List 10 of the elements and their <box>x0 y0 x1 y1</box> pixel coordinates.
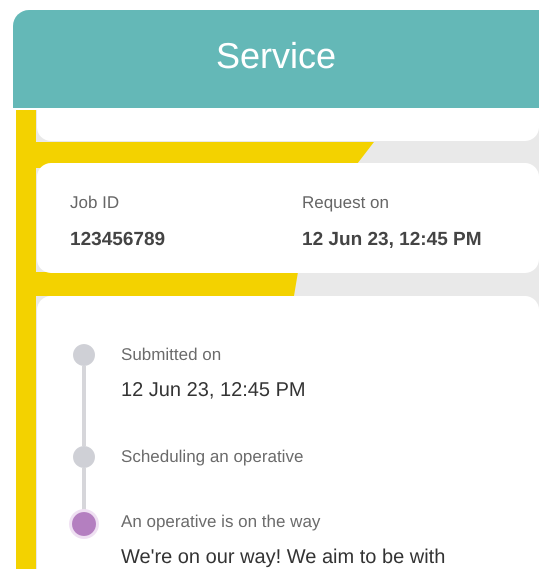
page-title: Service <box>216 38 336 78</box>
job-id-value: 123456789 <box>70 228 166 252</box>
step-detail: 12 Jun 23, 12:45 PM <box>121 378 306 402</box>
step-label: Submitted on <box>121 344 222 366</box>
step-label: An operative is on the way <box>121 511 322 533</box>
request-value: 12 Jun 23, 12:45 PM <box>302 228 482 252</box>
job-id-label: Job ID <box>70 192 120 214</box>
step-detail: We're on our way! We aim to be with <box>121 545 446 569</box>
request-label: Request on <box>302 192 390 214</box>
step-label: Scheduling an operative <box>121 446 304 468</box>
